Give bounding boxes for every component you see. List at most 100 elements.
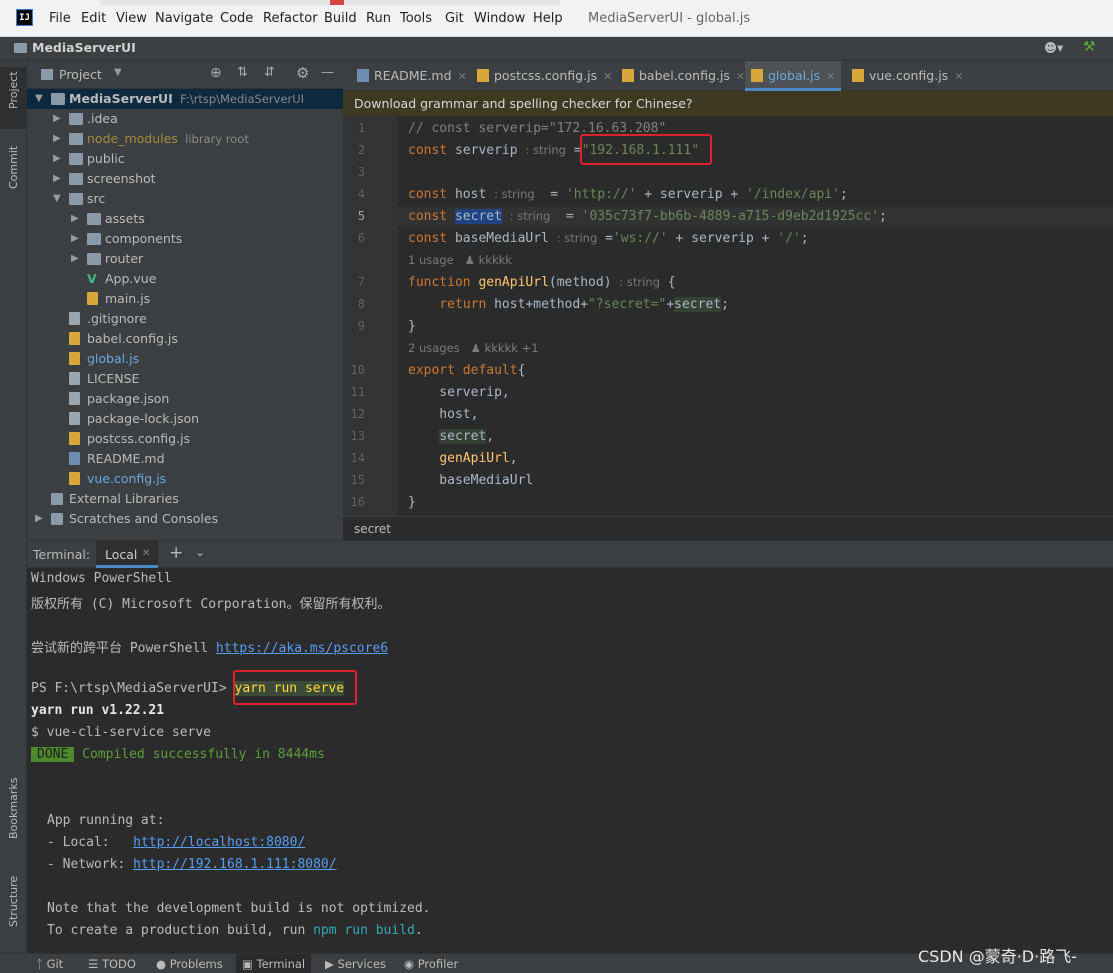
tree-item[interactable]: babel.config.js (27, 329, 343, 349)
chevron-down-icon[interactable]: ▼ (53, 189, 61, 209)
chevron-right-icon[interactable]: ▶ (53, 129, 61, 149)
code-line[interactable]: function genApiUrl(method) : string { (408, 275, 676, 290)
locate-file-icon[interactable]: ⊕ (210, 65, 222, 81)
build-hammer-icon[interactable]: ⚒ (1083, 39, 1096, 55)
code-line[interactable]: export default{ (408, 363, 525, 378)
toolwindow-problems[interactable]: ● Problems (156, 957, 223, 971)
toolwindow-terminal[interactable]: ▣ Terminal (236, 954, 312, 973)
tree-item[interactable]: ▶ components (27, 229, 343, 249)
tree-item[interactable]: External Libraries (27, 489, 343, 509)
tree-item[interactable]: ▼ MediaServerUI F:\rtsp\MediaServerUI (27, 89, 343, 109)
tree-item[interactable]: .gitignore (27, 309, 343, 329)
hide-panel-icon[interactable]: — (321, 65, 334, 80)
code-line[interactable]: const baseMediaUrl : string ='ws://' + s… (408, 231, 809, 246)
tree-item[interactable]: ▶ screenshot (27, 169, 343, 189)
close-icon[interactable]: ✕ (826, 70, 835, 83)
chevron-right-icon[interactable]: ▶ (71, 209, 79, 229)
chevron-right-icon[interactable]: ▶ (71, 229, 79, 249)
close-icon[interactable]: ✕ (736, 70, 745, 83)
stripe-commit[interactable]: Commit (7, 146, 20, 189)
tree-item[interactable]: ▶ assets (27, 209, 343, 229)
js-file-icon (477, 69, 489, 82)
editor-breadcrumb[interactable]: secret (343, 516, 1113, 540)
close-icon[interactable]: ✕ (603, 70, 612, 83)
menu-navigate[interactable]: Navigate (155, 11, 213, 26)
chevron-right-icon[interactable]: ▶ (71, 249, 79, 269)
tree-item[interactable]: postcss.config.js (27, 429, 343, 449)
menu-file[interactable]: File (49, 11, 71, 26)
toolwindow-profiler[interactable]: ◉ Profiler (404, 957, 458, 971)
chevron-down-icon[interactable]: ▼ (114, 67, 122, 78)
tree-item[interactable]: ▶ router (27, 249, 343, 269)
menu-tools[interactable]: Tools (400, 11, 432, 26)
tree-item[interactable]: package.json (27, 389, 343, 409)
chevron-right-icon[interactable]: ▶ (35, 509, 43, 529)
menu-code[interactable]: Code (220, 11, 253, 26)
code-line[interactable]: } (408, 319, 416, 334)
menu-refactor[interactable]: Refactor (263, 11, 318, 26)
menu-run[interactable]: Run (366, 11, 391, 26)
editor-tab[interactable]: README.md ✕ (351, 61, 473, 91)
line-number: 16 (350, 495, 365, 509)
stripe-project[interactable]: Project (7, 71, 20, 109)
chevron-right-icon[interactable]: ▶ (53, 149, 61, 169)
close-icon[interactable]: ✕ (954, 70, 963, 83)
toolwindow-services[interactable]: ▶ Services (325, 957, 386, 971)
code-line[interactable]: baseMediaUrl (408, 473, 533, 488)
code-line[interactable]: const host : string = 'http://' + server… (408, 187, 848, 202)
code-line[interactable]: host, (408, 407, 478, 422)
codelens-usages[interactable]: 2 usages ♟ kkkkk +1 (408, 341, 539, 355)
nav-project[interactable]: MediaServerUI (14, 40, 136, 55)
close-icon[interactable]: ✕ (142, 548, 150, 559)
toolwindow-todo[interactable]: ☰ TODO (88, 957, 136, 971)
user-icon[interactable]: ☻▾ (1044, 40, 1063, 55)
code-line[interactable]: return host+method+"?secret="+secret; (408, 297, 729, 312)
tree-item[interactable]: package-lock.json (27, 409, 343, 429)
menu-window[interactable]: Window (474, 11, 525, 26)
chevron-down-icon[interactable]: ▼ (35, 89, 43, 109)
stripe-structure[interactable]: Structure (7, 876, 20, 927)
close-icon[interactable]: ✕ (458, 70, 467, 83)
network-url-link[interactable]: http://192.168.1.111:8080/ (133, 857, 337, 872)
code-line[interactable]: const secret : string = '035c73f7-bb6b-4… (408, 209, 887, 224)
pscore-link[interactable]: https://aka.ms/pscore6 (216, 641, 388, 656)
tree-item[interactable]: global.js (27, 349, 343, 369)
code-line[interactable]: secret, (408, 429, 494, 444)
toolwindow-git[interactable]: ᛏ Git (36, 957, 63, 971)
local-url-link[interactable]: http://localhost:8080/ (133, 835, 305, 850)
chevron-right-icon[interactable]: ▶ (53, 169, 61, 189)
code-line[interactable]: genApiUrl, (408, 451, 517, 466)
editor-tab[interactable]: global.js ✕ (745, 61, 842, 91)
code-line[interactable]: } (408, 495, 416, 510)
add-terminal-icon[interactable]: + (169, 543, 183, 563)
menu-edit[interactable]: Edit (81, 11, 106, 26)
menu-view[interactable]: View (116, 11, 147, 26)
chevron-down-icon[interactable]: ⌄ (195, 545, 205, 559)
tree-item[interactable]: LICENSE (27, 369, 343, 389)
project-view-selector[interactable]: Project (59, 67, 102, 82)
spell-checker-banner[interactable]: Download grammar and spelling checker fo… (343, 91, 1113, 116)
menu-help[interactable]: Help (533, 11, 563, 26)
menu-git[interactable]: Git (445, 11, 464, 26)
stripe-bookmarks[interactable]: Bookmarks (7, 778, 20, 839)
tree-item[interactable]: main.js (27, 289, 343, 309)
tree-item[interactable]: ▼ src (27, 189, 343, 209)
editor-tab[interactable]: vue.config.js ✕ (846, 61, 969, 91)
tree-item[interactable]: ▶ .idea (27, 109, 343, 129)
collapse-all-icon[interactable]: ⇵ (264, 65, 275, 80)
editor-tab[interactable]: babel.config.js ✕ (616, 61, 751, 91)
terminal-tab-local[interactable]: Local ✕ (96, 541, 158, 568)
menu-build[interactable]: Build (324, 11, 357, 26)
code-line[interactable]: serverip, (408, 385, 509, 400)
gear-icon[interactable]: ⚙ (296, 64, 309, 82)
tree-item[interactable]: README.md (27, 449, 343, 469)
tree-item[interactable]: ▶ public (27, 149, 343, 169)
codelens-usages[interactable]: 1 usage ♟ kkkkk (408, 253, 512, 267)
editor-tab[interactable]: postcss.config.js ✕ (471, 61, 618, 91)
chevron-right-icon[interactable]: ▶ (53, 109, 61, 129)
tree-item[interactable]: ▶ Scratches and Consoles (27, 509, 343, 529)
tree-item[interactable]: ▶ node_modules library root (27, 129, 343, 149)
tree-item[interactable]: vue.config.js (27, 469, 343, 489)
tree-item[interactable]: V App.vue (27, 269, 343, 289)
expand-all-icon[interactable]: ⇅ (237, 65, 248, 80)
